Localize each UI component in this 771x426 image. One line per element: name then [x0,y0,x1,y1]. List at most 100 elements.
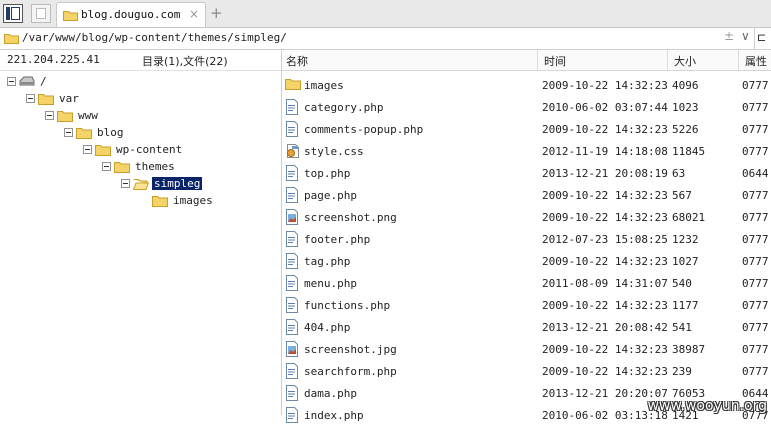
file-perm: 0777 [742,277,769,290]
folder-icon [4,32,19,47]
new-tab-button[interactable]: + [210,4,223,22]
drive-icon [19,75,35,90]
file-time: 2009-10-22 14:32:23 [542,79,668,92]
file-time: 2009-10-22 14:32:23 [542,211,668,224]
file-time: 2009-10-22 14:32:23 [542,123,668,136]
column-divider[interactable] [738,50,739,70]
tree-node-label: wp-content [116,143,183,156]
file-row[interactable]: style.css 2012-11-19 14:18:08 11845 0777 [282,140,771,162]
file-perm: 0777 [742,365,769,378]
collapse-icon[interactable] [121,179,130,188]
file-time: 2012-11-19 14:18:08 [542,145,668,158]
collapse-icon[interactable] [7,77,16,86]
file-name: page.php [304,189,357,202]
file-name: comments-popup.php [304,123,424,136]
php-file-icon [285,165,299,184]
file-name: screenshot.png [304,211,397,224]
file-row[interactable]: top.php 2013-12-21 20:08:19 63 0644 [282,162,771,184]
column-time[interactable]: 时间 [544,53,566,69]
file-size: 4096 [672,79,699,92]
file-size: 540 [672,277,692,290]
tree-node-label: var [59,92,79,105]
php-file-icon [285,187,299,206]
file-perm: 0777 [742,101,769,114]
file-row[interactable]: page.php 2009-10-22 14:32:23 567 0777 [282,184,771,206]
file-size: 68021 [672,211,706,224]
file-size: 63 [672,167,686,180]
php-file-icon [285,99,299,118]
file-time: 2013-12-21 20:08:19 [542,167,668,180]
menu-icon[interactable]: ⊏ [757,31,766,44]
file-size: 1232 [672,233,699,246]
address-path[interactable]: /var/www/blog/wp-content/themes/simpleg/ [22,31,287,44]
php-file-icon [285,297,299,316]
file-perm: 0644 [742,167,769,180]
collapse-icon[interactable] [102,162,111,171]
folder-icon [114,160,130,176]
file-list-panel: 名称 时间 大小 属性 images 2009-10-22 14:32:23 409… [282,50,771,423]
file-time: 2011-08-09 14:31:07 [542,277,668,290]
file-row[interactable]: menu.php 2011-08-09 14:31:07 540 0777 [282,272,771,294]
collapse-icon[interactable] [64,128,73,137]
panel-toggle-button[interactable] [3,4,23,23]
file-row[interactable]: comments-popup.php 2009-10-22 14:32:23 522… [282,118,771,140]
address-bar[interactable]: /var/www/blog/wp-content/themes/simpleg/… [0,28,771,50]
file-perm: 0777 [742,145,769,158]
column-size[interactable]: 大小 [674,53,696,69]
file-perm: 0777 [742,255,769,268]
file-name: tag.php [304,255,351,268]
column-name[interactable]: 名称 [286,53,308,69]
tab-blog[interactable]: blog.douguo.com × [56,2,206,27]
collapse-icon[interactable] [45,111,54,120]
file-row[interactable]: tag.php 2009-10-22 14:32:23 1027 0777 [282,250,771,272]
file-name: screenshot.jpg [304,343,397,356]
tree-node-label: simpleg [152,177,203,190]
adjust-icon[interactable]: ± [724,29,734,43]
folder-icon [76,126,92,142]
file-size: 5226 [672,123,699,136]
tree-node-label: blog [97,126,124,139]
file-row[interactable]: images 2009-10-22 14:32:23 4096 0777 [282,74,771,96]
file-row[interactable]: category.php 2010-06-02 03:07:44 1023 0777 [282,96,771,118]
css-file-icon [285,143,301,162]
item-counts: 目录(1),文件(22) [142,55,228,68]
collapse-icon[interactable] [83,145,92,154]
file-size: 541 [672,321,692,334]
file-name: index.php [304,409,364,422]
file-perm: 0777 [742,321,769,334]
php-file-icon [285,319,299,338]
column-divider[interactable] [667,50,668,70]
close-icon[interactable]: × [189,7,199,21]
file-row[interactable]: screenshot.jpg 2009-10-22 14:32:23 38987 07… [282,338,771,360]
file-perm: 0777 [742,123,769,136]
file-row[interactable]: 404.php 2013-12-21 20:08:42 541 0777 [282,316,771,338]
php-file-icon [285,385,299,404]
watermark: www.wooyun.org [647,398,767,414]
file-row[interactable]: screenshot.png 2009-10-22 14:32:23 68021 07… [282,206,771,228]
file-time: 2009-10-22 14:32:23 [542,343,668,356]
blank-tab-button[interactable] [31,4,51,23]
chevron-down-icon[interactable]: ∨ [741,29,750,43]
file-size: 1177 [672,299,699,312]
file-row[interactable]: footer.php 2012-07-23 15:08:25 1232 0777 [282,228,771,250]
collapse-icon[interactable] [26,94,35,103]
file-name: style.css [304,145,364,158]
file-name: 404.php [304,321,351,334]
server-ip: 221.204.225.41 [7,53,100,66]
image-file-icon [285,341,299,360]
folder-icon [152,194,168,210]
folder-icon [63,9,78,24]
file-time: 2009-10-22 14:32:23 [542,365,668,378]
file-name: functions.php [304,299,391,312]
folder-icon [57,109,73,125]
column-divider[interactable] [537,50,538,70]
file-time: 2009-10-22 14:32:23 [542,255,668,268]
column-perm[interactable]: 属性 [745,53,767,69]
file-row[interactable]: searchform.php 2009-10-22 14:32:23 239 0777 [282,360,771,382]
file-name: top.php [304,167,351,180]
php-file-icon [285,275,299,294]
file-name: dama.php [304,387,357,400]
file-row[interactable]: functions.php 2009-10-22 14:32:23 1177 0777 [282,294,771,316]
file-size: 38987 [672,343,706,356]
file-time: 2013-12-21 20:08:42 [542,321,668,334]
